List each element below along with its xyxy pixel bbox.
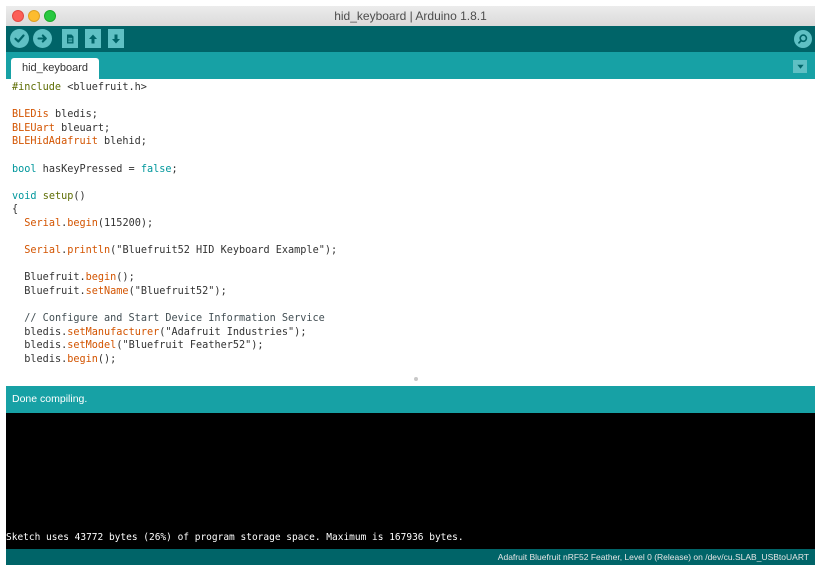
code-line-19: bledis.setManufacturer("Adafruit Industr…	[24, 326, 307, 338]
toolbar	[6, 26, 815, 52]
open-sketch-button[interactable]	[85, 29, 101, 48]
board-info: Adafruit Bluefruit nRF52 Feather, Level …	[497, 552, 809, 562]
code-line-16: Bluefruit.setName("Bluefruit52");	[24, 285, 227, 297]
save-sketch-button[interactable]	[108, 29, 124, 48]
code-line-5: BLEHidAdafruit blehid;	[12, 136, 147, 148]
arrow-up-icon	[89, 34, 97, 43]
verify-button[interactable]	[10, 29, 29, 48]
magnifier-icon	[798, 34, 808, 44]
tab-bar: hid_keyboard	[6, 52, 815, 79]
code-line-11: Serial.begin(115200);	[24, 217, 154, 229]
window-title: hid_keyboard | Arduino 1.8.1	[334, 9, 487, 23]
code-editor[interactable]: #include <bluefruit.h> BLEDis bledis; BL…	[6, 79, 815, 386]
title-bar: hid_keyboard | Arduino 1.8.1	[6, 6, 815, 27]
triangle-down-icon	[796, 64, 804, 69]
checkmark-icon	[14, 34, 25, 43]
code-line-7: bool hasKeyPressed = false;	[12, 163, 178, 175]
new-sketch-button[interactable]	[62, 29, 78, 48]
status-message: Done compiling.	[12, 393, 88, 405]
console-line: Sketch uses 43772 bytes (26%) of program…	[6, 532, 464, 543]
code-line-18: // Configure and Start Device Informatio…	[24, 313, 325, 325]
code-line-13: Serial.println("Bluefruit52 HID Keyboard…	[24, 245, 338, 257]
code-line-3: BLEDis bledis;	[12, 109, 98, 121]
upload-button[interactable]	[33, 29, 52, 48]
tab-menu-button[interactable]	[793, 60, 807, 73]
status-bar: Done compiling.	[6, 386, 815, 413]
code-line-1: #include <bluefruit.h>	[12, 82, 147, 93]
tab-hid-keyboard[interactable]: hid_keyboard	[11, 58, 100, 79]
code-line-4: BLEUart bleuart;	[12, 122, 111, 134]
code-line-10: {	[12, 204, 19, 216]
code-line-15: Bluefruit.begin();	[24, 272, 135, 284]
code-text: #include <bluefruit.h> BLEDis bledis; BL…	[6, 79, 815, 366]
board-info-bar: Adafruit Bluefruit nRF52 Feather, Level …	[6, 549, 815, 565]
code-line-21: bledis.begin();	[24, 353, 117, 365]
console-output[interactable]: Sketch uses 43772 bytes (26%) of program…	[6, 413, 815, 549]
splitter-handle[interactable]	[414, 377, 418, 381]
arrow-right-icon	[37, 34, 47, 43]
code-line-20: bledis.setModel("Bluefruit Feather52");	[24, 340, 264, 352]
arduino-window: hid_keyboard | Arduino 1.8.1 hid_keyboar…	[6, 6, 815, 565]
document-icon	[67, 34, 74, 43]
arrow-down-icon	[112, 34, 120, 43]
serial-monitor-button[interactable]	[794, 30, 812, 48]
code-line-9: void setup()	[12, 190, 86, 202]
